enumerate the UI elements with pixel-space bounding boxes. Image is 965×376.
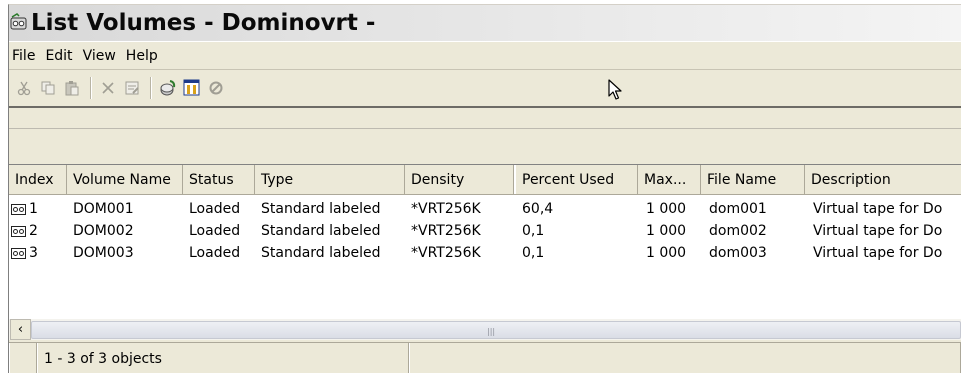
tape-volume-icon [11, 225, 26, 237]
menu-help[interactable]: Help [122, 48, 164, 64]
cell-volume-name: DOM003 [73, 245, 134, 261]
col-status[interactable]: Status [183, 165, 255, 194]
list-volumes-window: List Volumes - Dominovrt - File Edit Vie… [8, 4, 961, 373]
table-row[interactable]: 2 DOM002 Loaded Standard labeled *VRT256… [9, 220, 961, 242]
delete-icon [102, 82, 114, 94]
tape-volume-icon [11, 247, 26, 259]
col-percent-used[interactable]: Percent Used [514, 165, 638, 194]
toolbar-separator [150, 77, 152, 99]
info-bar [9, 108, 961, 129]
cell-volume-name: DOM002 [73, 223, 134, 239]
cut-icon [17, 81, 31, 96]
cell-file-name: dom001 [709, 201, 767, 217]
col-description[interactable]: Description [805, 165, 961, 194]
cell-volume-name: DOM001 [73, 201, 134, 217]
stop-button[interactable] [205, 77, 227, 99]
properties-icon [125, 81, 139, 95]
col-volume-name[interactable]: Volume Name [67, 165, 183, 194]
chevron-left-icon: ‹ [17, 322, 24, 337]
cell-file-name: dom003 [709, 245, 767, 261]
menu-bar: File Edit View Help [9, 41, 961, 70]
status-pane-empty [9, 343, 37, 373]
index-value: 3 [29, 245, 38, 261]
scroll-thumb[interactable]: ||| [31, 321, 961, 339]
properties-button[interactable] [121, 77, 143, 99]
stop-icon [209, 81, 223, 95]
cell-density: *VRT256K [411, 201, 481, 217]
horizontal-scrollbar[interactable]: ‹ ||| [9, 318, 961, 340]
cell-max: 1 000 [646, 223, 687, 239]
list-header: Index Volume Name Status Type Density Pe… [9, 165, 961, 195]
cell-status: Loaded [189, 223, 241, 239]
col-file-name[interactable]: File Name [701, 165, 805, 194]
cell-percent-used: 0,1 [522, 223, 545, 239]
toolbar [9, 70, 961, 108]
menu-file[interactable]: File [9, 48, 41, 64]
index-value: 2 [29, 223, 38, 239]
cell-description: Virtual tape for Do [813, 245, 943, 261]
table-row[interactable]: 1 DOM001 Loaded Standard labeled *VRT256… [9, 198, 961, 220]
volume-list[interactable]: Index Volume Name Status Type Density Pe… [9, 164, 961, 335]
col-density[interactable]: Density [405, 165, 514, 194]
cell-type: Standard labeled [261, 245, 381, 261]
col-max[interactable]: Max... [638, 165, 701, 194]
cell-percent-used: 0,1 [522, 245, 545, 261]
cell-index: 3 [9, 245, 67, 261]
refresh-button[interactable] [157, 77, 179, 99]
window-title: List Volumes - Dominovrt - [31, 10, 376, 36]
scroll-left-button[interactable]: ‹ [10, 319, 31, 340]
cell-max: 1 000 [646, 201, 687, 217]
status-object-count: 1 - 3 of 3 objects [37, 343, 409, 373]
cell-description: Virtual tape for Do [813, 223, 943, 239]
cell-density: *VRT256K [411, 245, 481, 261]
title-bar: List Volumes - Dominovrt - [9, 5, 961, 41]
menu-edit[interactable]: Edit [41, 48, 78, 64]
menu-view[interactable]: View [79, 48, 122, 64]
cell-status: Loaded [189, 245, 241, 261]
status-bar: 1 - 3 of 3 objects [9, 342, 961, 373]
columns-icon [183, 79, 200, 96]
status-pane-right [409, 343, 961, 373]
toolbar-separator [90, 77, 92, 99]
index-value: 1 [29, 201, 38, 217]
cell-type: Standard labeled [261, 201, 381, 217]
delete-button[interactable] [97, 77, 119, 99]
columns-button[interactable] [181, 77, 203, 99]
cut-button[interactable] [13, 77, 35, 99]
cell-max: 1 000 [646, 245, 687, 261]
cell-index: 2 [9, 223, 67, 239]
cell-status: Loaded [189, 201, 241, 217]
copy-icon [41, 81, 55, 95]
cell-density: *VRT256K [411, 223, 481, 239]
cell-description: Virtual tape for Do [813, 201, 943, 217]
tape-app-icon [10, 13, 28, 33]
grip-icon: ||| [487, 327, 496, 336]
cell-type: Standard labeled [261, 223, 381, 239]
cell-file-name: dom002 [709, 223, 767, 239]
refresh-icon [160, 80, 176, 96]
paste-icon [65, 81, 79, 96]
col-type[interactable]: Type [255, 165, 405, 194]
paste-button[interactable] [61, 77, 83, 99]
list-rows: 1 DOM001 Loaded Standard labeled *VRT256… [9, 198, 961, 264]
col-index[interactable]: Index [9, 165, 67, 194]
cell-percent-used: 60,4 [522, 201, 554, 217]
table-row[interactable]: 3 DOM003 Loaded Standard labeled *VRT256… [9, 242, 961, 264]
copy-button[interactable] [37, 77, 59, 99]
cell-index: 1 [9, 201, 67, 217]
tape-volume-icon [11, 203, 26, 215]
mouse-cursor-icon [608, 79, 622, 100]
